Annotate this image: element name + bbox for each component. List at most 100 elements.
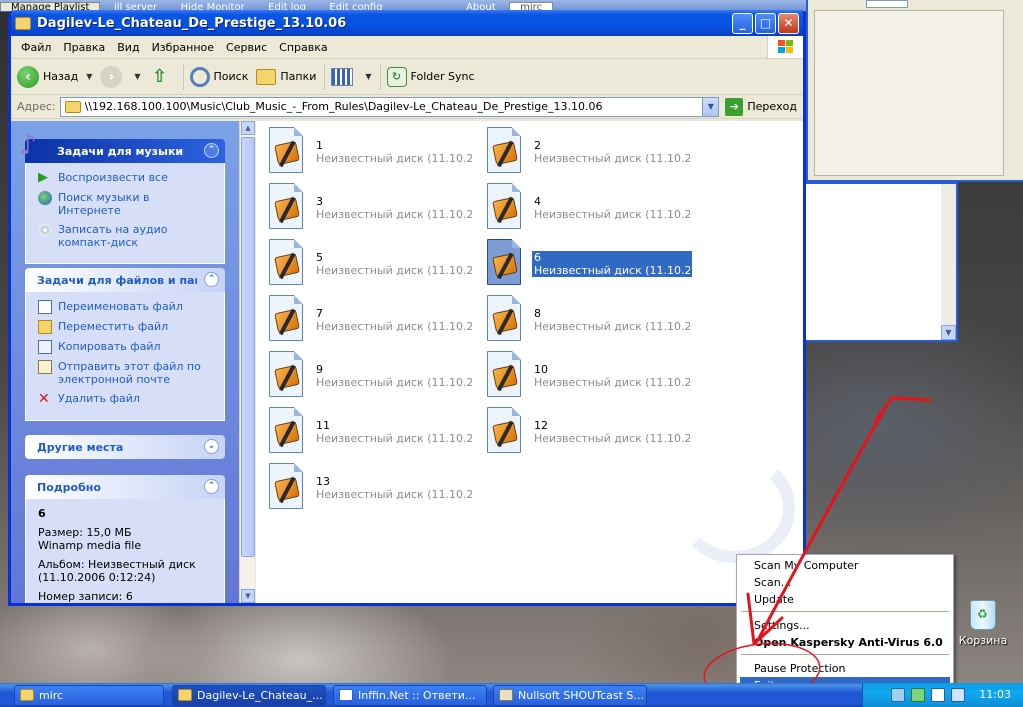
bg-number-field[interactable] xyxy=(866,0,908,8)
folders-button[interactable]: Папки xyxy=(256,68,316,85)
other-places-header[interactable]: Другие места ⌄ xyxy=(25,435,225,459)
task-pane-scrollbar[interactable]: ▲ ▼ xyxy=(239,121,255,603)
forward-dropdown-icon[interactable]: ▼ xyxy=(134,72,140,81)
views-button[interactable] xyxy=(331,67,357,86)
move-file-link[interactable]: Переместить файл xyxy=(38,320,214,334)
menu-favorites[interactable]: Избранное xyxy=(146,39,220,56)
menu-tools[interactable]: Сервис xyxy=(220,39,273,56)
file-name: 6 xyxy=(534,251,541,264)
up-button[interactable]: ⇧ xyxy=(149,66,175,88)
folder-sync-button[interactable]: ↻ Folder Sync xyxy=(386,66,475,87)
scroll-down-icon[interactable]: ▼ xyxy=(241,589,255,603)
clock[interactable]: 11:03 xyxy=(979,683,1011,707)
file-item[interactable]: 7Неизвестный диск (11.10.20... xyxy=(266,295,476,347)
music-tasks-group: ♪ Задачи для музыки ⌃ ▶ Воспроизвести вс… xyxy=(19,129,225,264)
delete-file-link[interactable]: ✕ Удалить файл xyxy=(38,392,214,406)
system-tray: 11:03 xyxy=(862,683,1023,707)
file-album: Неизвестный диск (11.10.20... xyxy=(316,152,472,165)
file-item[interactable]: 10Неизвестный диск (11.10.20... xyxy=(484,351,694,403)
close-button[interactable]: ✕ xyxy=(778,12,799,34)
menu-open-kaspersky[interactable]: Open Kaspersky Anti-Virus 6.0 xyxy=(740,634,950,651)
file-item[interactable]: 9Неизвестный диск (11.10.20... xyxy=(266,351,476,403)
toolbar-separator xyxy=(324,63,326,90)
menu-help[interactable]: Справка xyxy=(273,39,333,56)
winamp-file-icon xyxy=(266,295,304,343)
file-item[interactable]: 13Неизвестный диск (11.10.20... xyxy=(266,463,476,515)
back-button[interactable]: ‹ Назад xyxy=(17,65,78,88)
file-tasks-header[interactable]: Задачи для файлов и папок ⌃ xyxy=(25,268,225,292)
task-explorer[interactable]: Dagilev-Le_Chateau_... xyxy=(172,685,326,706)
back-dropdown-icon[interactable]: ▼ xyxy=(86,72,92,81)
winamp-file-icon xyxy=(484,295,522,343)
bg-scrollbar[interactable] xyxy=(941,184,956,340)
file-item[interactable]: 11Неизвестный диск (11.10.20... xyxy=(266,407,476,459)
title-bar[interactable]: Dagilev-Le_Chateau_De_Prestige_13.10.06 … xyxy=(11,10,803,36)
menu-pause-protection[interactable]: Pause Protection xyxy=(740,660,950,677)
menu-update[interactable]: Update xyxy=(740,591,950,608)
winamp-file-icon xyxy=(266,239,304,287)
menu-file[interactable]: Файл xyxy=(15,39,57,56)
music-tasks-header[interactable]: ♪ Задачи для музыки ⌃ xyxy=(19,129,225,163)
file-name: 4 xyxy=(534,195,541,208)
task-shoutcast[interactable]: Nullsoft SHOUTcast S... xyxy=(493,685,647,706)
address-dropdown-icon[interactable]: ▼ xyxy=(702,97,719,116)
copy-file-link[interactable]: Копировать файл xyxy=(38,340,214,354)
collapse-chevron-icon[interactable]: ⌃ xyxy=(204,143,219,158)
file-item[interactable]: 8Неизвестный диск (11.10.20... xyxy=(484,295,694,347)
rename-file-link[interactable]: Переименовать файл xyxy=(38,300,214,314)
file-item[interactable]: 1Неизвестный диск (11.10.20... xyxy=(266,127,476,179)
address-input[interactable]: \\192.168.100.100\Music\Club_Music_-_Fro… xyxy=(59,96,720,117)
task-pane: ♪ Задачи для музыки ⌃ ▶ Воспроизвести вс… xyxy=(11,121,239,603)
background-settings-window[interactable] xyxy=(806,0,1023,182)
network-icon[interactable] xyxy=(891,688,905,702)
minimize-button[interactable]: _ xyxy=(732,12,753,34)
collapse-chevron-icon[interactable]: ⌃ xyxy=(204,479,219,494)
search-button[interactable]: Поиск xyxy=(189,66,248,87)
bg-scroll-down-button[interactable]: ▼ xyxy=(941,325,956,340)
explorer-window[interactable]: Dagilev-Le_Chateau_De_Prestige_13.10.06 … xyxy=(8,10,806,606)
details-header[interactable]: Подробно ⌃ xyxy=(25,475,225,499)
menu-edit[interactable]: Правка xyxy=(57,39,111,56)
menu-scan-my-computer[interactable]: Scan My Computer xyxy=(740,557,950,574)
file-item[interactable]: 4Неизвестный диск (11.10.20... xyxy=(484,183,694,235)
computer-icon[interactable] xyxy=(951,688,965,702)
recycle-bin-label: Корзина xyxy=(958,634,1008,647)
details-album: Альбом: Неизвестный диск (11.10.2006 0:1… xyxy=(38,558,196,584)
file-list: 1Неизвестный диск (11.10.20...2Неизвестн… xyxy=(256,121,803,603)
expand-chevron-icon[interactable]: ⌄ xyxy=(204,439,219,454)
forward-button[interactable]: › xyxy=(100,65,126,88)
winamp-file-icon xyxy=(484,351,522,399)
details-track: Номер записи: 6 xyxy=(38,590,133,603)
menu-settings[interactable]: Settings... xyxy=(740,617,950,634)
winamp-file-icon xyxy=(484,239,522,287)
recycle-bin[interactable]: Корзина xyxy=(958,600,1008,647)
search-music-link[interactable]: Поиск музыки в Интернете xyxy=(38,191,214,217)
kaspersky-icon[interactable] xyxy=(911,688,925,702)
menu-scan[interactable]: Scan... xyxy=(740,574,950,591)
file-item[interactable]: 2Неизвестный диск (11.10.20... xyxy=(484,127,694,179)
file-item[interactable]: 3Неизвестный диск (11.10.20... xyxy=(266,183,476,235)
background-list-window[interactable]: ▼ xyxy=(806,182,958,342)
go-button[interactable]: ➔ Переход xyxy=(725,97,797,116)
task-browser[interactable]: Inffin.Net :: Ответи... xyxy=(333,685,487,706)
views-dropdown-icon[interactable]: ▼ xyxy=(365,72,371,81)
file-item[interactable]: 12Неизвестный диск (11.10.20... xyxy=(484,407,694,459)
scroll-thumb[interactable] xyxy=(241,137,255,557)
play-all-link[interactable]: ▶ Воспроизвести все xyxy=(38,171,214,185)
task-mirc[interactable]: mirc xyxy=(14,685,164,706)
winamp-file-icon xyxy=(484,407,522,455)
search-music-label: Поиск музыки в Интернете xyxy=(58,191,150,217)
menu-view[interactable]: Вид xyxy=(111,39,145,56)
scroll-up-icon[interactable]: ▲ xyxy=(241,121,255,135)
rename-icon xyxy=(38,300,52,314)
burn-cd-link[interactable]: Записать на аудио компакт-диск xyxy=(38,223,214,249)
email-file-link[interactable]: Отправить этот файл по электронной почте xyxy=(38,360,214,386)
maximize-button[interactable]: □ xyxy=(755,12,776,34)
file-item[interactable]: 5Неизвестный диск (11.10.20... xyxy=(266,239,476,291)
collapse-chevron-icon[interactable]: ⌃ xyxy=(204,272,219,287)
file-item[interactable]: 6Неизвестный диск (11.10.20... xyxy=(484,239,694,291)
window-title: Dagilev-Le_Chateau_De_Prestige_13.10.06 xyxy=(37,15,347,31)
file-album: Неизвестный диск (11.10.20... xyxy=(316,208,472,221)
file-album: Неизвестный диск (11.10.20... xyxy=(534,208,690,221)
display-icon[interactable] xyxy=(931,688,945,702)
